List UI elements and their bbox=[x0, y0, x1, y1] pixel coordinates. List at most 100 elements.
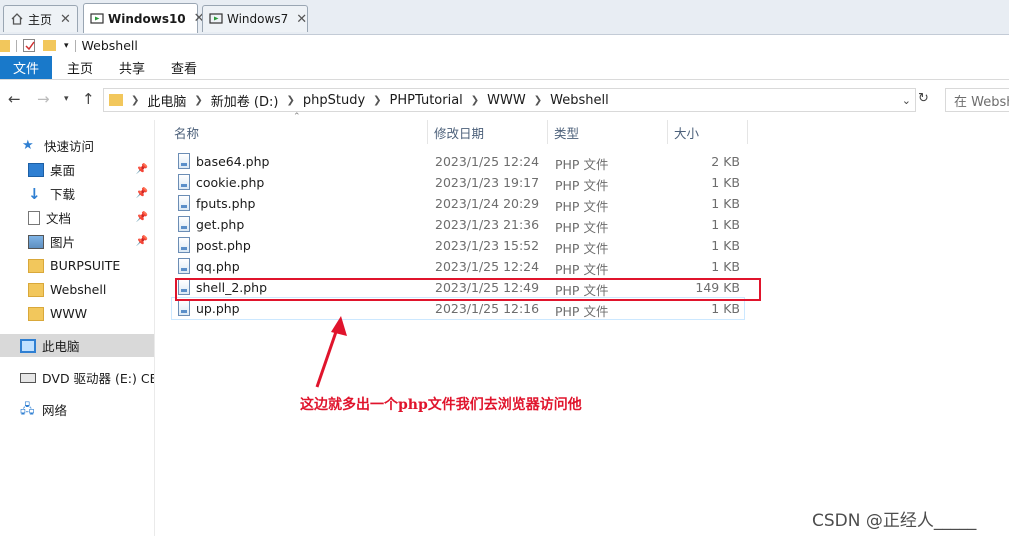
file-name: qq.php bbox=[196, 259, 240, 274]
sidebar-item-documents[interactable]: 文档 📌 bbox=[0, 206, 154, 229]
ribbon-tabs: 文件 主页 共享 查看 bbox=[0, 56, 1009, 80]
file-row[interactable]: qq.php 2023/1/25 12:24 PHP 文件 1 KB bbox=[172, 256, 744, 277]
document-icon bbox=[28, 210, 40, 225]
tab-file[interactable]: 文件 bbox=[0, 56, 52, 79]
breadcrumb-this-pc[interactable]: 此电脑 bbox=[147, 91, 186, 110]
file-name: post.php bbox=[196, 238, 251, 253]
pin-icon[interactable]: 📌 bbox=[136, 212, 148, 223]
chevron-right-icon[interactable]: ❯ bbox=[194, 95, 202, 106]
file-type: PHP 文件 bbox=[555, 220, 609, 235]
breadcrumb-webshell[interactable]: Webshell bbox=[550, 93, 609, 108]
vm-tab-windows7[interactable]: Windows7 ✕ bbox=[202, 5, 308, 32]
breadcrumb-drive-d[interactable]: 新加卷 (D:) bbox=[211, 91, 279, 110]
file-row[interactable]: get.php 2023/1/23 21:36 PHP 文件 1 KB bbox=[172, 214, 744, 235]
file-size: 1 KB bbox=[711, 175, 740, 190]
chevron-right-icon[interactable]: ❯ bbox=[534, 95, 542, 106]
up-arrow-icon[interactable]: ↑ bbox=[82, 90, 95, 108]
file-type: PHP 文件 bbox=[555, 199, 609, 214]
file-date: 2023/1/23 15:52 bbox=[435, 238, 540, 253]
sidebar-item-label: DVD 驱动器 (E:) CES bbox=[42, 371, 154, 386]
column-header-date[interactable]: 修改日期 bbox=[428, 120, 548, 144]
file-row[interactable]: base64.php 2023/1/25 12:24 PHP 文件 2 KB bbox=[172, 151, 744, 172]
file-type: PHP 文件 bbox=[555, 178, 609, 193]
properties-icon[interactable] bbox=[23, 39, 35, 52]
address-bar[interactable]: ❯ 此电脑 ❯ 新加卷 (D:) ❯ phpStudy ❯ PHPTutoria… bbox=[103, 88, 916, 112]
sidebar-item-webshell[interactable]: Webshell bbox=[0, 278, 154, 301]
chevron-right-icon[interactable]: ❯ bbox=[131, 95, 139, 106]
chevron-down-icon[interactable]: ▾ bbox=[64, 41, 69, 51]
sidebar-item-burpsuite[interactable]: BURPSUITE bbox=[0, 254, 154, 277]
sidebar-item-label: 下载 bbox=[50, 187, 76, 202]
sidebar-item-this-pc[interactable]: 此电脑 bbox=[0, 334, 154, 357]
sidebar-item-desktop[interactable]: 桌面 📌 bbox=[0, 158, 154, 181]
file-type: PHP 文件 bbox=[555, 157, 609, 172]
new-folder-icon[interactable] bbox=[43, 40, 56, 51]
file-name: up.php bbox=[196, 301, 240, 316]
file-type: PHP 文件 bbox=[555, 304, 609, 319]
file-date: 2023/1/25 12:24 bbox=[435, 259, 540, 274]
tab-share[interactable]: 共享 bbox=[106, 56, 158, 79]
file-name: get.php bbox=[196, 217, 245, 232]
file-type: PHP 文件 bbox=[555, 241, 609, 256]
sidebar-item-label: 文档 bbox=[46, 211, 72, 226]
column-header-label: 名称 bbox=[174, 125, 200, 141]
vm-monitor-icon bbox=[90, 12, 104, 26]
pin-icon[interactable]: 📌 bbox=[136, 164, 148, 175]
sidebar-item-network[interactable]: 🖧 网络 bbox=[0, 398, 154, 421]
column-header-size[interactable]: 大小 bbox=[668, 120, 748, 144]
file-date: 2023/1/25 12:16 bbox=[435, 301, 540, 316]
folder-icon bbox=[28, 306, 44, 321]
breadcrumb-www[interactable]: WWW bbox=[487, 93, 526, 108]
pin-icon[interactable]: 📌 bbox=[136, 188, 148, 199]
back-arrow-icon[interactable]: ← bbox=[8, 90, 21, 108]
chevron-down-icon[interactable]: ▾ bbox=[64, 94, 69, 104]
pin-icon[interactable]: 📌 bbox=[136, 236, 148, 247]
chevron-down-icon[interactable]: ⌄ bbox=[902, 94, 911, 107]
folder-icon bbox=[28, 282, 44, 297]
refresh-icon[interactable]: ↻ bbox=[918, 91, 929, 106]
file-row[interactable]: fputs.php 2023/1/24 20:29 PHP 文件 1 KB bbox=[172, 193, 744, 214]
sidebar-item-www[interactable]: WWW bbox=[0, 302, 154, 325]
search-input[interactable]: 在 Websh bbox=[945, 88, 1009, 112]
vm-tab-label: 主页 bbox=[28, 12, 53, 27]
highlight-box bbox=[175, 278, 761, 301]
file-name: cookie.php bbox=[196, 175, 265, 190]
file-row[interactable]: cookie.php 2023/1/23 19:17 PHP 文件 1 KB bbox=[172, 172, 744, 193]
forward-arrow-icon[interactable]: → bbox=[37, 90, 50, 108]
vm-tab-label: Windows7 bbox=[227, 12, 289, 26]
column-header-label: 类型 bbox=[554, 125, 580, 141]
file-row[interactable]: up.php 2023/1/25 12:16 PHP 文件 1 KB bbox=[171, 297, 745, 320]
vm-tab-home[interactable]: 主页 ✕ bbox=[3, 5, 78, 32]
column-header-name[interactable]: 名称 bbox=[168, 120, 428, 144]
tab-view[interactable]: 查看 bbox=[158, 56, 210, 79]
sidebar-item-label: 图片 bbox=[50, 235, 76, 250]
annotation-text: 这边就多出一个php文件我们去浏览器访问他 bbox=[300, 397, 582, 413]
file-size: 2 KB bbox=[711, 154, 740, 169]
column-header-type[interactable]: 类型 bbox=[548, 120, 668, 144]
folder-icon bbox=[0, 39, 10, 52]
star-icon: ★ bbox=[22, 137, 34, 153]
sidebar-item-label: 桌面 bbox=[50, 163, 76, 178]
file-date: 2023/1/25 12:24 bbox=[435, 154, 540, 169]
chevron-right-icon[interactable]: ❯ bbox=[373, 95, 381, 106]
breadcrumb-phptutorial[interactable]: PHPTutorial bbox=[390, 93, 463, 108]
close-icon[interactable]: ✕ bbox=[296, 12, 307, 27]
sidebar-item-pictures[interactable]: 图片 📌 bbox=[0, 230, 154, 253]
sidebar-item-downloads[interactable]: ↓ 下载 📌 bbox=[0, 182, 154, 205]
sidebar-item-quick-access[interactable]: ★ 快速访问 bbox=[0, 134, 154, 157]
php-file-icon bbox=[178, 258, 190, 274]
file-size: 1 KB bbox=[711, 259, 740, 274]
vm-tab-windows10[interactable]: Windows10 ✕ bbox=[83, 3, 205, 33]
vm-tab-label: Windows10 bbox=[108, 11, 186, 26]
chevron-right-icon[interactable]: ❯ bbox=[286, 95, 294, 106]
close-icon[interactable]: ✕ bbox=[60, 12, 71, 27]
sidebar-item-label: Webshell bbox=[50, 282, 107, 297]
home-icon bbox=[10, 12, 24, 26]
breadcrumb-phpstudy[interactable]: phpStudy bbox=[303, 93, 365, 108]
tab-home[interactable]: 主页 bbox=[54, 56, 106, 79]
php-file-icon bbox=[178, 237, 190, 253]
chevron-right-icon[interactable]: ❯ bbox=[471, 95, 479, 106]
vm-tab-bar: 主页 ✕ Windows10 ✕ Windows7 ✕ bbox=[0, 0, 1009, 35]
sidebar-item-dvd-drive[interactable]: DVD 驱动器 (E:) CES bbox=[0, 366, 154, 389]
file-row[interactable]: post.php 2023/1/23 15:52 PHP 文件 1 KB bbox=[172, 235, 744, 256]
